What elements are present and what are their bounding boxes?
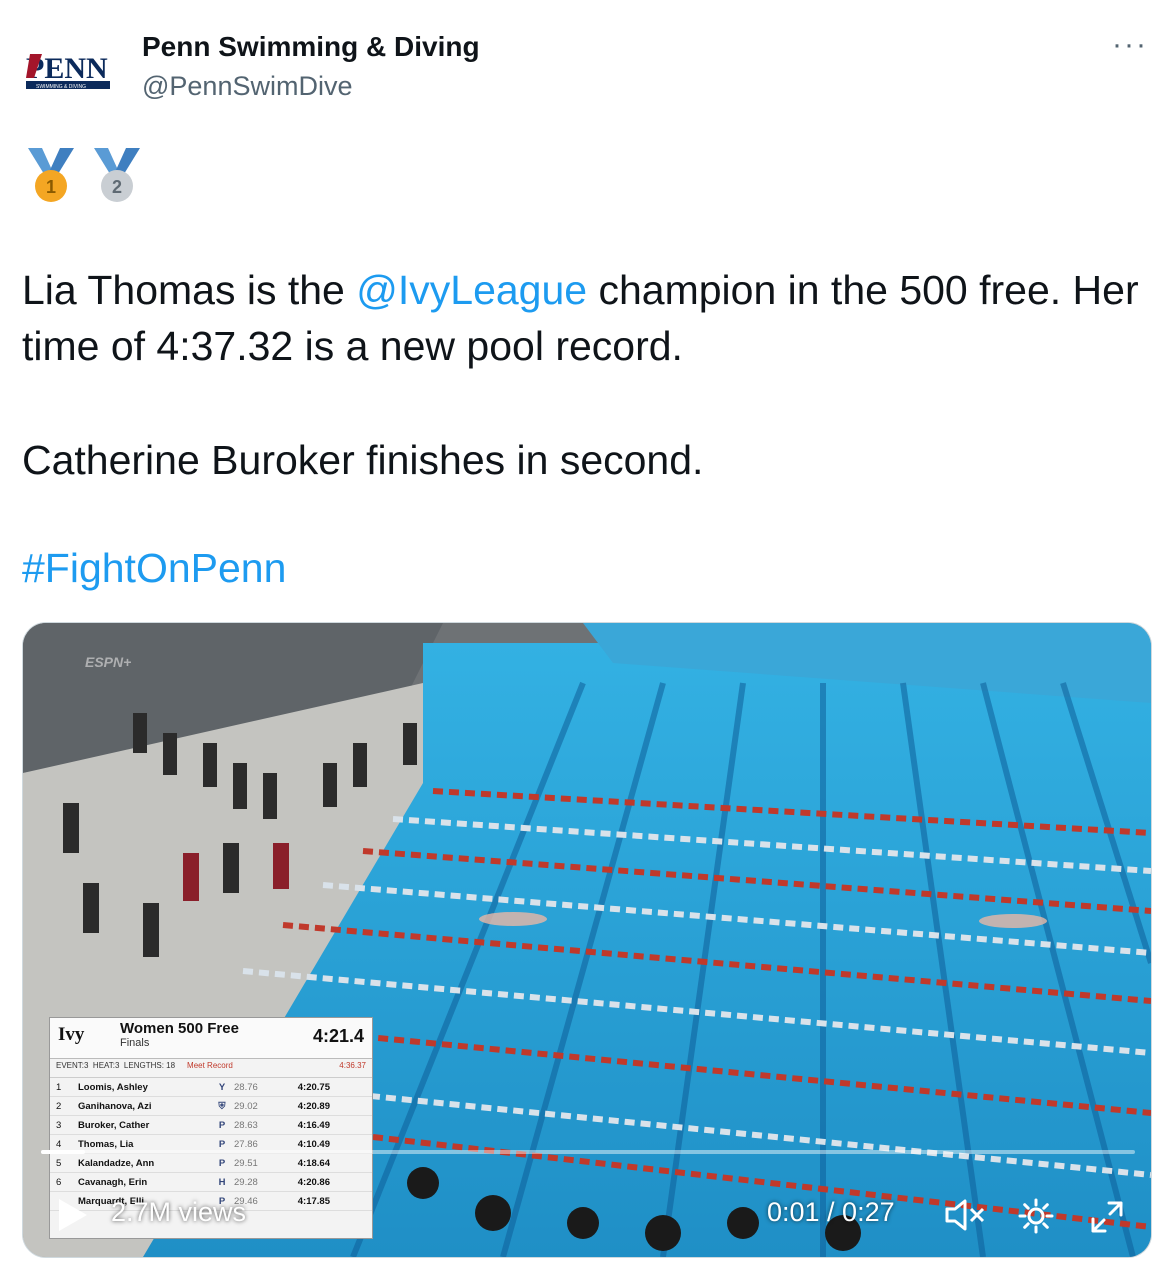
swimmer-name: Kalandadze, Ann — [78, 1157, 155, 1169]
author-display-name[interactable]: Penn Swimming & Diving — [142, 30, 480, 64]
swimmer-name: Thomas, Lia — [78, 1138, 134, 1150]
tweet-author: Penn Swimming & Diving @PennSwimDive — [142, 30, 480, 103]
place: 5 — [56, 1157, 62, 1169]
swimmer-name: Ganihanova, Azi — [78, 1100, 152, 1112]
final-time: 4:20.89 — [297, 1100, 330, 1112]
team-logo: P — [218, 1138, 226, 1150]
final-time: 4:10.49 — [297, 1138, 330, 1150]
scoreboard-row: 5 Kalandadze, Ann P 29.51 4:18.64 — [50, 1154, 372, 1173]
final-time: 4:18.64 — [297, 1157, 330, 1169]
ivyleague-mention-link[interactable]: @IvyLeague — [356, 267, 587, 313]
medal-emojis: 1 2 — [22, 146, 146, 204]
tweet-text-part: Lia Thomas is the — [22, 267, 357, 313]
video-time: 0:01 / 0:27 — [767, 1197, 895, 1227]
swimmer-name: Cavanagh, Erin — [78, 1176, 148, 1188]
final-time: 4:20.86 — [297, 1176, 330, 1188]
settings-gear-icon[interactable] — [1017, 1197, 1055, 1235]
final-time: 4:16.49 — [297, 1119, 330, 1131]
team-logo: ⛨ — [218, 1100, 226, 1112]
team-logo: Y — [218, 1081, 226, 1093]
penn-logo-avatar[interactable]: PENN SWIMMING & DIVING — [22, 44, 114, 96]
play-icon[interactable] — [55, 1197, 91, 1233]
scoreboard-row: 6 Cavanagh, Erin H 29.28 4:20.86 — [50, 1173, 372, 1192]
split-time: 29.51 — [234, 1157, 258, 1169]
video-progress-fill — [41, 1150, 85, 1154]
split-time: 27.86 — [234, 1138, 258, 1150]
tweet-paragraph-2: Catherine Buroker finishes in second. — [22, 437, 704, 483]
team-logo: P — [218, 1119, 226, 1131]
heat-number: HEAT:3 — [92, 1061, 120, 1070]
scoreboard-header: Ivy Women 500 Free Finals 4:21.4 — [50, 1018, 372, 1059]
final-time: 4:17.85 — [297, 1195, 330, 1207]
logo-subtext: SWIMMING & DIVING — [36, 84, 86, 90]
1st-place-medal-icon: 1 — [28, 148, 74, 202]
scoreboard-meta: EVENT:3 HEAT:3 LENGTHS: 18 Meet Record 4… — [50, 1059, 372, 1078]
video-progress-bar[interactable] — [41, 1150, 1135, 1154]
split-time: 28.76 — [234, 1081, 258, 1093]
fullscreen-icon[interactable] — [1087, 1197, 1127, 1237]
team-logo: P — [218, 1157, 226, 1169]
final-time: 4:20.75 — [297, 1081, 330, 1093]
meet-record-label: Meet Record — [187, 1061, 233, 1070]
place: 2 — [56, 1100, 62, 1112]
swimmer-name: Buroker, Cather — [78, 1119, 150, 1131]
place: 3 — [56, 1119, 62, 1131]
fightonpenn-hashtag-link[interactable]: #FightOnPenn — [22, 545, 286, 591]
video-view-count: 2.7M views — [111, 1197, 247, 1227]
tweet-paragraph-1: Lia Thomas is the @IvyLeague champion in… — [22, 262, 1142, 374]
scoreboard-rows: 1 Loomis, Ashley Y 28.76 4:20.75 2 Ganihanova,… — [50, 1078, 372, 1211]
split-time: 29.02 — [234, 1100, 258, 1112]
medal-number: 2 — [112, 177, 122, 197]
scoreboard-clock: 4:21.4 — [312, 1026, 364, 1046]
place: 4 — [56, 1138, 62, 1150]
split-time: 29.28 — [234, 1176, 258, 1188]
scoreboard-row: 1 Loomis, Ashley Y 28.76 4:20.75 — [50, 1078, 372, 1097]
split-time: 28.63 — [234, 1119, 258, 1131]
scoreboard-row: 3 Buroker, Cather P 28.63 4:16.49 — [50, 1116, 372, 1135]
meet-record-time: 4:36.37 — [339, 1061, 366, 1070]
ivy-league-logo: Ivy — [58, 1024, 85, 1045]
2nd-place-medal-icon: 2 — [94, 148, 140, 202]
mute-icon[interactable] — [943, 1197, 987, 1233]
scoreboard-row: 2 Ganihanova, Azi ⛨ 29.02 4:20.89 — [50, 1097, 372, 1116]
tweet-text: Lia Thomas is the @IvyLeague champion in… — [22, 262, 1142, 596]
swimmer-name: Loomis, Ashley — [78, 1081, 148, 1093]
place: 6 — [56, 1176, 62, 1188]
event-number: EVENT:3 — [56, 1061, 89, 1070]
scoreboard-round: Finals — [120, 1037, 150, 1049]
lengths: LENGTHS: 18 — [123, 1061, 176, 1070]
place: 1 — [56, 1081, 62, 1093]
more-options-icon[interactable]: ··· — [1112, 30, 1148, 60]
author-handle[interactable]: @PennSwimDive — [142, 69, 480, 103]
scoreboard-event: Women 500 Free — [120, 1020, 239, 1037]
espn-watermark: ESPN+ — [85, 654, 131, 670]
medal-number: 1 — [46, 177, 56, 197]
team-logo: H — [218, 1176, 226, 1188]
video-player[interactable]: ESPN+ Ivy Women 500 Free Finals 4:21.4 E… — [22, 622, 1152, 1258]
